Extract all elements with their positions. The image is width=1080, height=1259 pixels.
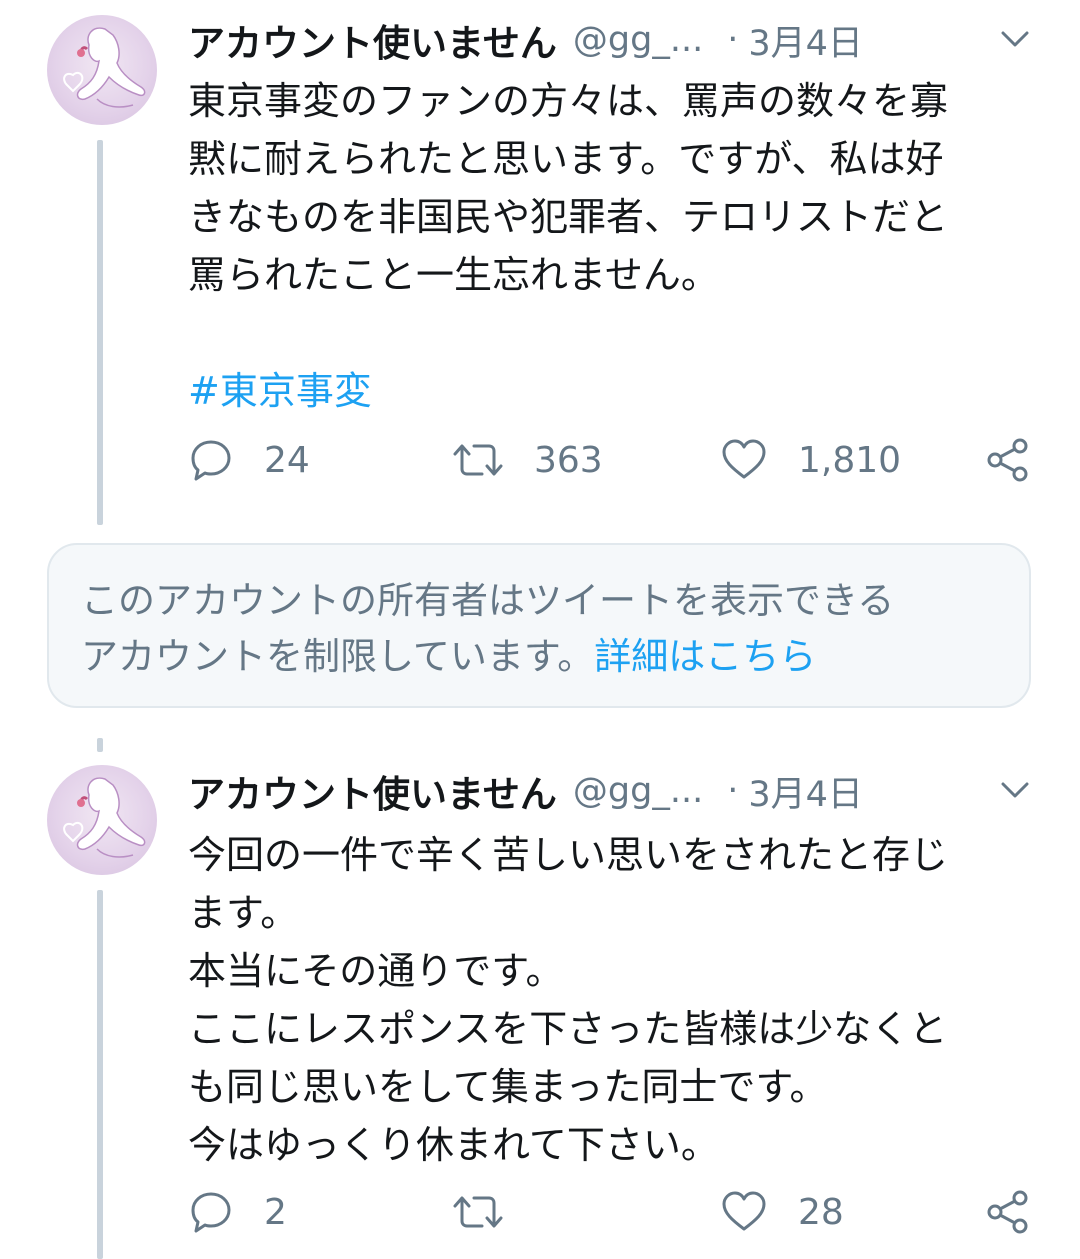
tweet-text-line: 東京事変のファンの方々は、罵声の数々を寡: [188, 79, 949, 123]
notice-line: アカウントを制限しています。: [81, 635, 595, 678]
tweet-text-line: 今はゆっくり休まれて下さい。: [188, 1123, 719, 1167]
heart-icon: [722, 439, 766, 479]
avatar[interactable]: [47, 765, 157, 875]
hashtag-link[interactable]: #東京事変: [188, 362, 1048, 420]
chevron-down-icon[interactable]: [998, 773, 1032, 807]
tweet-1[interactable]: アカウント使いません @gg_... · 3月4日 東京事変のファンの方々は、罵…: [0, 0, 1080, 530]
retweet-icon: [453, 444, 503, 476]
tweet-text-line: も同じ思いをして集まった同士です。: [188, 1065, 828, 1109]
restricted-notice: このアカウントの所有者はツイートを表示できる アカウントを制限しています。詳細は…: [47, 543, 1031, 708]
thread-line: [97, 140, 103, 525]
learn-more-link[interactable]: 詳細はこちら: [594, 635, 816, 678]
thread-line: [97, 890, 103, 1259]
avatar-illustration-icon: [63, 777, 146, 858]
user-handle[interactable]: @gg_...: [573, 771, 703, 811]
separator-dot: ·: [727, 771, 739, 811]
share-icon: [987, 1190, 1028, 1234]
tweet-text-line: 今回の一件で辛く苦しい思いをされたと存じ: [188, 833, 949, 877]
display-name[interactable]: アカウント使いません: [188, 764, 557, 818]
thread-line: [97, 738, 103, 752]
tweet-date[interactable]: 3月4日: [748, 15, 863, 66]
user-handle[interactable]: @gg_...: [573, 20, 703, 60]
avatar[interactable]: [47, 15, 157, 125]
retweet-count: 363: [534, 439, 603, 481]
tweet-text-line: 本当にその通りです。: [188, 949, 564, 993]
retweet-button[interactable]: 363: [452, 430, 603, 490]
reply-button[interactable]: 24: [188, 430, 310, 490]
display-name[interactable]: アカウント使いません: [188, 13, 557, 67]
like-button[interactable]: 28: [720, 1182, 844, 1242]
reply-icon: [191, 1192, 231, 1233]
notice-text: このアカウントの所有者はツイートを表示できる アカウントを制限しています。詳細は…: [81, 573, 1011, 685]
tweet-header: アカウント使いません @gg_... · 3月4日: [188, 10, 863, 70]
tweet-text-line: 罵られたこと一生忘れません。: [188, 253, 719, 297]
tweet-actions: 2 28: [188, 1182, 1048, 1242]
reply-icon: [191, 440, 231, 481]
share-button[interactable]: [984, 430, 1032, 490]
reply-button[interactable]: 2: [188, 1182, 287, 1242]
like-count: 1,810: [798, 439, 902, 481]
share-button[interactable]: [984, 1182, 1032, 1242]
tweet-header: アカウント使いません @gg_... · 3月4日: [188, 761, 863, 821]
tweet-text: 東京事変のファンの方々は、罵声の数々を寡 黙に耐えられたと思います。ですが、私は…: [188, 72, 1048, 420]
reply-count: 2: [264, 1191, 287, 1233]
retweet-icon: [453, 1196, 503, 1228]
retweet-button[interactable]: [452, 1182, 534, 1242]
avatar-illustration-icon: [63, 27, 146, 108]
notice-line: このアカウントの所有者はツイートを表示できる: [81, 579, 895, 622]
reply-count: 24: [264, 439, 310, 481]
tweet-text: 今回の一件で辛く苦しい思いをされたと存じ ます。 本当にその通りです。 ここにレ…: [188, 826, 1048, 1174]
heart-icon: [722, 1191, 766, 1231]
like-count: 28: [798, 1191, 844, 1233]
tweet-text-line: 黙に耐えられたと思います。ですが、私は好: [188, 137, 944, 181]
share-icon: [987, 438, 1028, 482]
tweet-text-line: きなものを非国民や犯罪者、テロリストだと: [188, 195, 949, 239]
tweet-text-line: ここにレスポンスを下さった皆様は少なくと: [188, 1007, 948, 1051]
like-button[interactable]: 1,810: [720, 430, 901, 490]
tweet-2[interactable]: アカウント使いません @gg_... · 3月4日 今回の一件で辛く苦しい思いを…: [0, 738, 1080, 1259]
chevron-down-icon[interactable]: [998, 22, 1032, 56]
tweet-text-line: ます。: [188, 891, 299, 935]
separator-dot: ·: [727, 20, 739, 60]
tweet-actions: 24 363 1,810: [188, 430, 1048, 490]
tweet-date[interactable]: 3月4日: [748, 766, 863, 817]
